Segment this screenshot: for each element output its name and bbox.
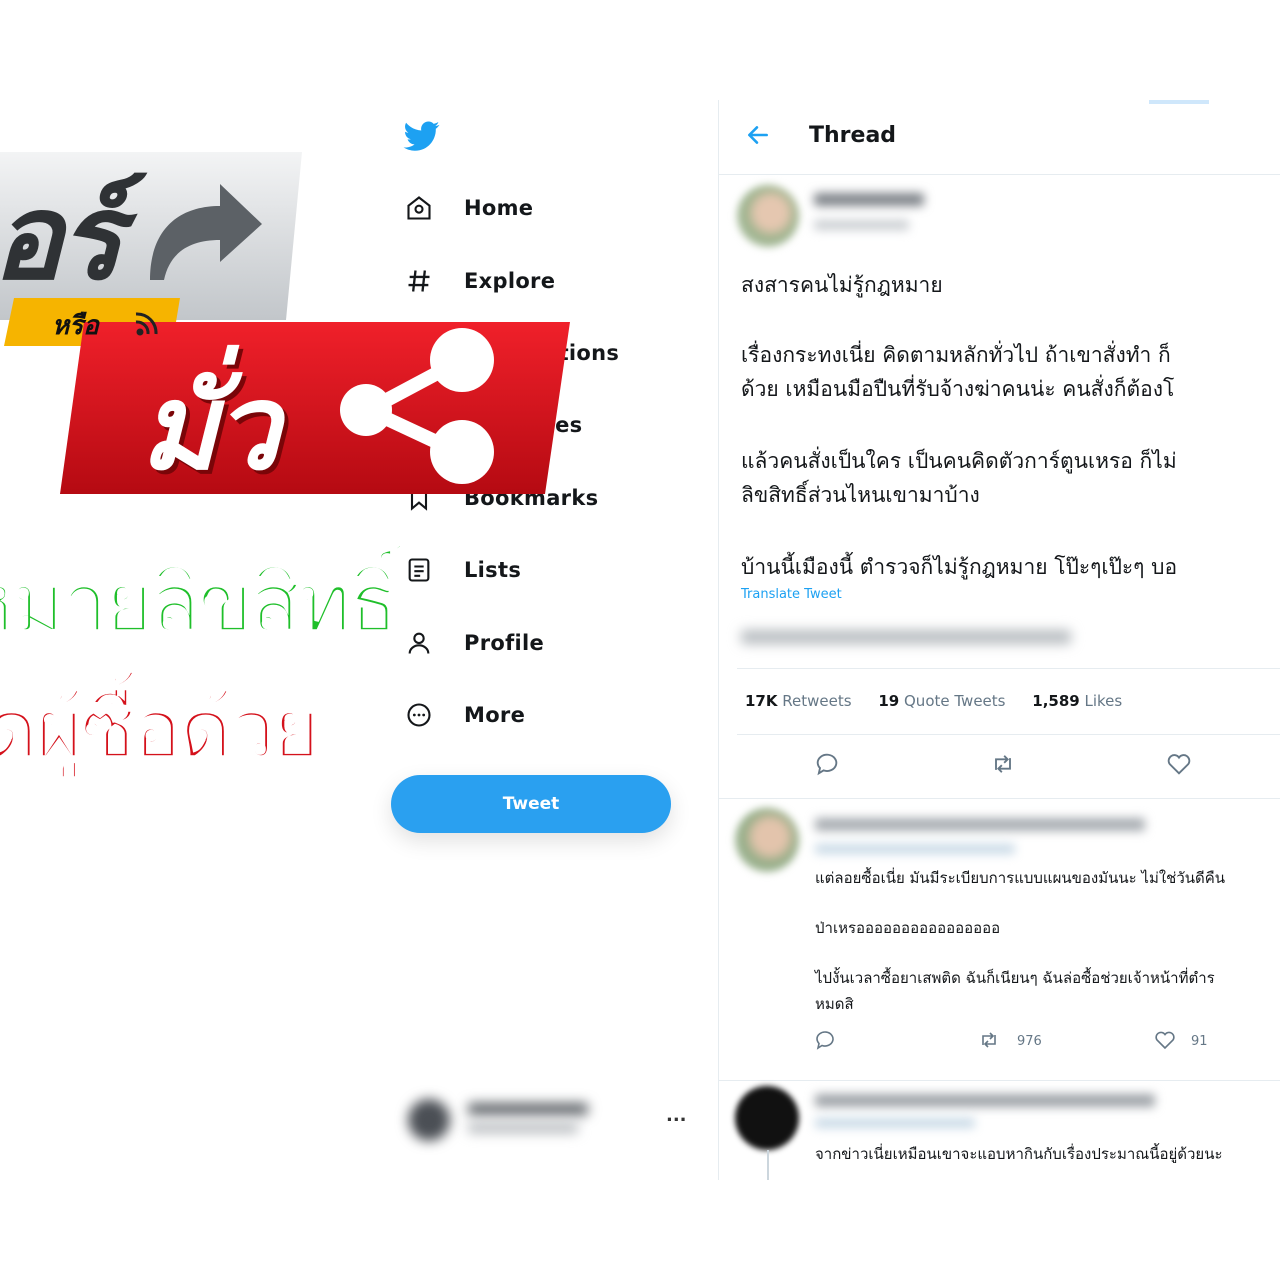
mail-icon [402, 408, 436, 442]
divider [737, 734, 1280, 735]
yellow-tag [4, 298, 180, 346]
tweet-text-line: เรื่องกระทงเนี่ย คิดตามหลักทั่วไป ถ้าเขา… [741, 343, 1171, 367]
nav-item-explore[interactable]: Explore [402, 258, 555, 304]
bookmark-icon [402, 481, 436, 515]
tweet-stats: 17K Retweets 19 Quote Tweets 1,589 Likes [745, 692, 1144, 710]
like-count: 91 [1191, 1034, 1208, 1049]
nav-item-lists[interactable]: Lists [402, 547, 521, 593]
page-title: Thread [809, 123, 897, 148]
translate-tweet-link[interactable]: Translate Tweet [741, 587, 842, 602]
more-circle-icon [402, 698, 436, 732]
nav-item-profile[interactable]: Profile [402, 620, 544, 666]
avatar[interactable] [735, 808, 799, 872]
reply-text-line: หมดสิ [815, 995, 854, 1013]
thread-panel: Thread สงสารคนไม่รู้กฎหมาย เรื่องกระทงเน… [718, 100, 1280, 1180]
tweet-text-line: ลิขสิทธิ์ส่วนไหนเขามาบ้าง [741, 483, 980, 507]
mua-label: มั่ว [140, 358, 280, 496]
reply-to-blurred [815, 1118, 975, 1128]
reply-author-blurred [815, 818, 1145, 831]
thread-connector-line [767, 1150, 769, 1180]
tweet-text-line: สงสารคนไม่รู้กฎหมาย [741, 273, 943, 297]
nav-label-bookmarks: Bookmarks [464, 486, 599, 510]
nav-label-messages: Messages [464, 413, 583, 437]
back-arrow-icon[interactable] [745, 122, 771, 148]
list-icon [402, 553, 436, 587]
quotes-stat[interactable]: 19 Quote Tweets [878, 692, 1005, 710]
like-icon[interactable] [1165, 750, 1193, 778]
or-label: หรือ [52, 311, 99, 341]
retweets-label: Retweets [782, 692, 852, 710]
reply-text-line: ป่าเหรออออออออออออออออ [815, 919, 1001, 937]
timestamp-blurred [741, 630, 1071, 644]
gray-banner [0, 152, 302, 320]
retweet-count: 976 [1017, 1034, 1042, 1049]
nav-label-more: More [464, 703, 526, 727]
person-icon [402, 626, 436, 660]
divider [719, 1080, 1280, 1081]
twitter-logo-icon[interactable] [402, 118, 442, 154]
likes-stat[interactable]: 1,589 Likes [1032, 692, 1122, 710]
reply-text-line: จากข่าวเนี่ยเหมือนเขาจะแอบหากินกับเรื่อง… [815, 1145, 1223, 1163]
quotes-count: 19 [878, 692, 900, 710]
tweet-button[interactable]: Tweet [391, 775, 671, 833]
thread-header: Thread [719, 100, 1280, 175]
reply-text-line: แต่ลอยซื้อเนี่ย มันมีระเบียบการแบบแผนของ… [815, 869, 1226, 887]
author-handle-blurred [814, 220, 909, 230]
retweets-stat[interactable]: 17K Retweets [745, 692, 852, 710]
likes-count: 1,589 [1032, 692, 1080, 710]
nav-label-lists: Lists [464, 558, 522, 582]
reply-icon[interactable] [813, 750, 841, 778]
avatar[interactable] [737, 185, 799, 247]
nav-item-more[interactable]: More [402, 692, 525, 738]
headline-line-1: หมายลิขสิทธิ์ [0, 555, 400, 652]
reply-author-blurred [815, 1094, 1155, 1107]
retweet-icon[interactable] [989, 750, 1017, 778]
author-name-blurred [814, 193, 924, 206]
divider [737, 668, 1280, 669]
brand-fragment-text: อร์ [0, 168, 122, 306]
like-icon[interactable] [1153, 1028, 1177, 1052]
home-icon [402, 191, 436, 225]
avatar[interactable] [735, 1086, 799, 1150]
avatar [408, 1099, 450, 1141]
bell-icon [402, 336, 436, 370]
tweet-text-line: แล้วคนสั่งเป็นใคร เป็นคนคิดตัวการ์ตูนเหร… [741, 449, 1177, 473]
nav-label-explore: Explore [464, 269, 556, 293]
left-nav: Home Explore Notifications Messages Book… [380, 100, 690, 1180]
scroll-indicator [1149, 100, 1209, 104]
tweet-text-line: บ้านนี้เมืองนี้ ตำรวจก็ไม่รู้กฎหมาย โป๊ะ… [741, 555, 1178, 579]
account-name-blurred [468, 1103, 588, 1115]
hashtag-icon [402, 264, 436, 298]
likes-label: Likes [1084, 692, 1123, 710]
account-handle-blurred [468, 1123, 578, 1133]
nav-item-notifications[interactable]: Notifications [402, 330, 619, 376]
quotes-label: Quote Tweets [904, 692, 1006, 710]
reply-text-line: ไปงั้นเวลาซื้อยาเสพติด ฉันก็เนียนๆ ฉันล่… [815, 969, 1215, 987]
reply-to-blurred [815, 844, 1015, 854]
nav-label-home: Home [464, 196, 534, 220]
nav-item-home[interactable]: Home [402, 185, 533, 231]
retweets-count: 17K [745, 692, 778, 710]
nav-item-bookmarks[interactable]: Bookmarks [402, 475, 598, 521]
divider [719, 798, 1280, 799]
retweet-icon[interactable] [977, 1028, 1001, 1052]
nav-label-notifications: Notifications [464, 341, 620, 365]
nav-item-messages[interactable]: Messages [402, 402, 582, 448]
account-switcher[interactable]: ... [408, 1095, 698, 1145]
more-options-icon[interactable]: ... [666, 1105, 687, 1126]
nav-label-profile: Profile [464, 631, 545, 655]
tweet-text-line: ด้วย เหมือนมือปืนที่รับจ้างฆ่าคนน่ะ คนสั… [741, 377, 1175, 401]
rss-icon [135, 312, 158, 336]
reply-icon[interactable] [813, 1028, 837, 1052]
headline-line-2: ผิดผู้ซื้อด้วย [0, 681, 322, 778]
share-arrow-icon [150, 184, 262, 280]
